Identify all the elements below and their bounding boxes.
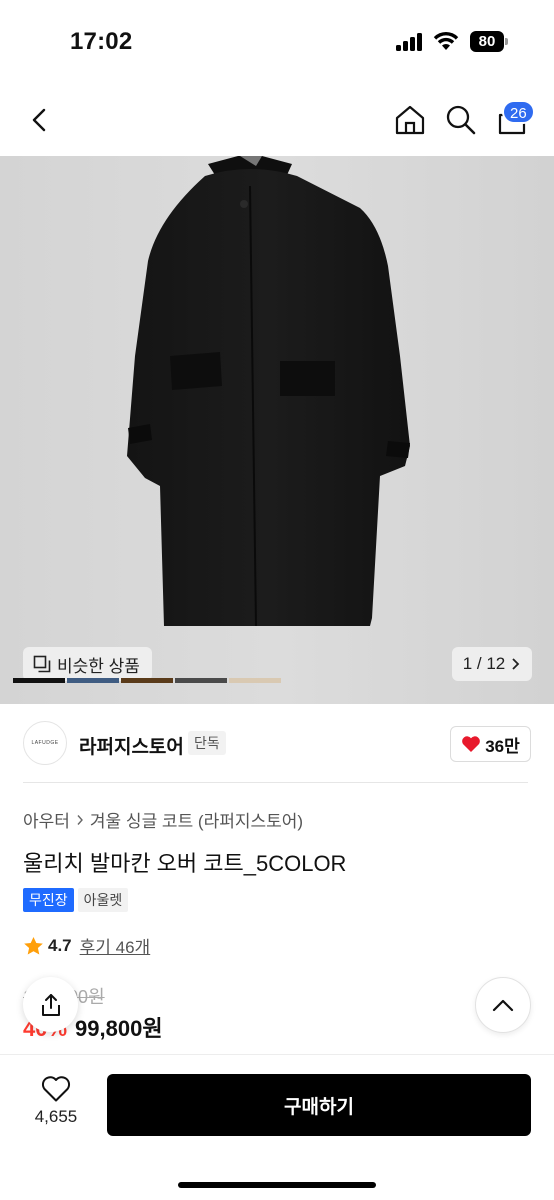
bottom-action-bar: 4,655 구매하기 [0,1054,554,1200]
product-title: 울리치 발마칸 오버 코트_5COLOR [23,851,347,876]
rating-row: 4.7 후기 46개 [23,933,150,958]
back-icon[interactable] [26,106,54,134]
sale-price: 99,800원 [75,1016,163,1041]
color-swatch[interactable] [13,678,65,683]
tag-musinsa: 무진장 [23,888,74,912]
color-swatch[interactable] [229,678,281,683]
similar-products-button[interactable]: 비슷한 상품 [23,647,152,681]
chevron-up-icon [492,999,514,1012]
home-indicator [178,1182,376,1188]
store-like-count: 36만 [485,736,520,756]
battery-icon: 80 [470,31,508,52]
similar-items-icon [33,655,51,673]
status-time: 17:02 [70,28,133,55]
exclusive-badge: 단독 [188,731,226,755]
color-swatch[interactable] [121,678,173,683]
wishlist-button[interactable]: 4,655 [26,1075,86,1145]
heart-filled-icon [462,736,481,752]
store-like-button[interactable]: 36만 [450,726,531,762]
image-pager-text: 1 / 12 [462,654,506,673]
store-name[interactable]: 라퍼지스토어 [79,732,184,759]
scroll-to-top-button[interactable] [475,977,531,1033]
status-bar: 17:02 80 [0,0,554,84]
search-icon[interactable] [445,104,477,136]
divider [23,782,528,783]
nav-bar [0,84,554,156]
color-swatch[interactable] [67,678,119,683]
product-image-carousel[interactable]: 비슷한 상품 1 / 12 [0,156,554,704]
breadcrumb: 아우터 겨울 싱글 코트 (라퍼지스토어) [23,807,303,832]
tag-outlet: 아울렛 [77,888,129,912]
review-link[interactable]: 후기 46개 [80,933,151,958]
home-icon[interactable] [394,104,426,136]
buy-button[interactable]: 구매하기 [107,1074,531,1136]
share-button[interactable] [23,977,78,1032]
battery-level: 80 [470,31,504,52]
product-tags: 무진장 아울렛 [23,888,129,912]
cart-count-badge: 26 [502,100,535,124]
store-row[interactable]: LAFUDGE 라퍼지스토어 단독 36만 [0,704,554,784]
store-logo[interactable]: LAFUDGE [23,721,67,765]
chevron-right-icon [77,814,83,825]
chevron-right-icon [512,658,520,670]
image-pager[interactable]: 1 / 12 [452,647,532,681]
store-logo-text: LAFUDGE [31,740,59,746]
breadcrumb-item-category[interactable]: 아우터 [23,807,70,832]
signal-icon [396,33,424,51]
color-swatch-strip[interactable] [13,678,281,683]
heart-outline-icon [41,1076,71,1102]
share-icon [41,993,60,1016]
wifi-icon [433,31,459,50]
similar-products-label: 비슷한 상품 [57,656,140,676]
color-swatch[interactable] [175,678,227,683]
wishlist-count: 4,655 [34,1107,78,1126]
star-icon [24,936,43,954]
product-photo-coat [127,156,410,627]
rating-value: 4.7 [48,935,72,955]
breadcrumb-item-subcategory[interactable]: 겨울 싱글 코트 (라퍼지스토어) [90,807,303,832]
